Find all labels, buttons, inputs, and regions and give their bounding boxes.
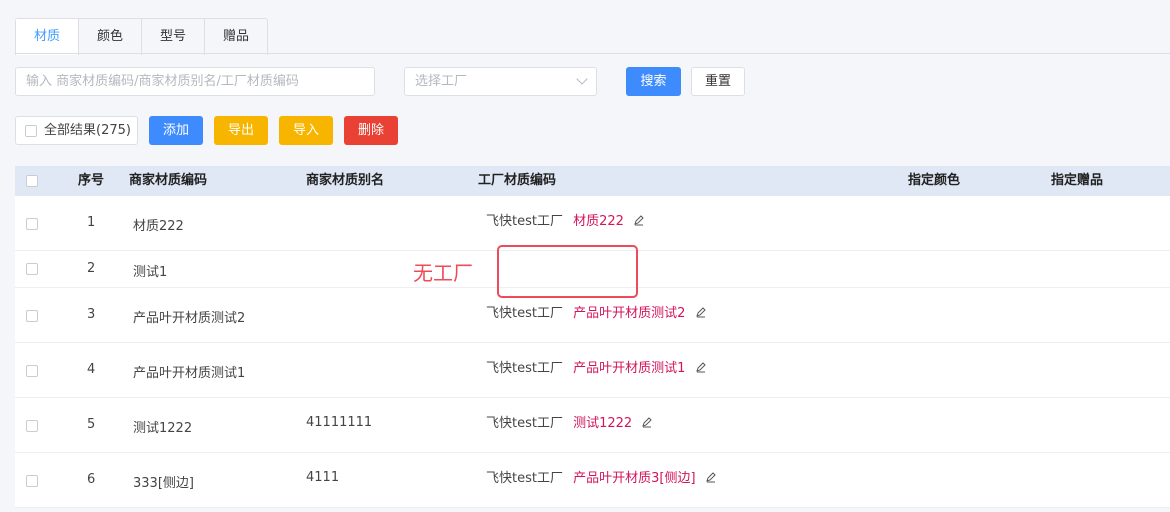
factory-select[interactable]: 选择工厂 [404,67,597,96]
row-factory-code: 产品叶开材质测试1 [573,361,686,376]
tab-bar: 材质 颜色 型号 赠品 [15,18,269,55]
all-results-label: 全部结果(275) [44,123,131,138]
row-factory-name: 飞快test工厂 [486,214,563,229]
column-factory-code: 工厂材质编码 [478,173,557,188]
row-index: 6 [87,472,96,487]
row-merchant-code: 测试1222 [133,421,193,436]
row-factory-name: 飞快test工厂 [486,471,563,486]
tab-material[interactable]: 材质 [16,19,80,55]
column-assigned-color: 指定颜色 [908,173,961,188]
row-factory-code-cell: 飞快test工厂 产品叶开材质测试2 [486,302,707,321]
row-merchant-code: 材质222 [133,219,184,234]
select-all-checkbox[interactable] [26,175,38,187]
row-factory-code-cell: 飞快test工厂 产品叶开材质3[侧边] [486,467,717,486]
table-row[interactable]: 4 产品叶开材质测试1 飞快test工厂 产品叶开材质测试1 [15,343,1170,398]
table-row[interactable]: 5 测试1222 41111111 飞快test工厂 测试1222 [15,398,1170,453]
all-results-toggle[interactable]: 全部结果(275) [15,116,138,145]
search-input[interactable] [15,67,375,96]
row-merchant-code: 产品叶开材质测试2 [133,311,246,326]
tab-divider [15,53,1170,54]
row-checkbox[interactable] [26,420,38,432]
tab-color[interactable]: 颜色 [79,19,143,55]
row-checkbox[interactable] [26,263,38,275]
edit-icon[interactable] [705,471,717,483]
row-factory-code-cell: 飞快test工厂 测试1222 [486,412,653,431]
edit-icon[interactable] [633,214,645,226]
row-index: 2 [87,261,96,276]
search-button[interactable]: 搜索 [626,67,681,96]
row-factory-code: 测试1222 [573,416,633,431]
chevron-down-icon [576,73,588,85]
row-factory-name: 飞快test工厂 [486,416,563,431]
export-button[interactable]: 导出 [214,116,268,145]
row-merchant-code: 测试1 [133,265,168,280]
tab-model[interactable]: 型号 [142,19,206,55]
annotation-highlight-box [497,245,638,298]
row-merchant-alias: 4111 [306,470,340,485]
column-merchant-alias: 商家材质别名 [306,173,385,188]
tab-gift[interactable]: 赠品 [205,19,267,55]
column-merchant-code: 商家材质编码 [129,173,208,188]
row-factory-name: 飞快test工厂 [486,306,563,321]
table-row[interactable]: 1 材质222 飞快test工厂 材质222 [15,196,1170,251]
annotation-label: 无工厂 [413,261,473,285]
edit-icon[interactable] [695,306,707,318]
row-merchant-code: 产品叶开材质测试1 [133,366,246,381]
column-assigned-gift: 指定赠品 [1051,173,1104,188]
row-factory-code-cell: 飞快test工厂 材质222 [486,210,645,229]
row-index: 1 [87,215,96,230]
row-checkbox[interactable] [26,475,38,487]
edit-icon[interactable] [695,361,707,373]
row-factory-code: 材质222 [573,214,624,229]
row-factory-name: 飞快test工厂 [486,361,563,376]
row-factory-code: 产品叶开材质3[侧边] [573,471,696,486]
row-factory-code: 产品叶开材质测试2 [573,306,686,321]
factory-select-placeholder: 选择工厂 [415,74,468,89]
row-index: 3 [87,307,96,322]
material-table: 序号 商家材质编码 商家材质别名 工厂材质编码 指定颜色 指定赠品 1 材质22… [15,166,1170,508]
row-merchant-alias: 41111111 [306,415,373,430]
all-results-checkbox[interactable] [25,125,37,137]
row-merchant-code: 333[侧边] [133,476,194,491]
add-button[interactable]: 添加 [149,116,203,145]
column-index: 序号 [78,173,105,188]
edit-icon[interactable] [641,416,653,428]
delete-button[interactable]: 删除 [344,116,398,145]
table-header: 序号 商家材质编码 商家材质别名 工厂材质编码 指定颜色 指定赠品 [15,166,1170,196]
row-checkbox[interactable] [26,310,38,322]
row-index: 4 [87,362,96,377]
row-checkbox[interactable] [26,365,38,377]
table-row[interactable]: 6 333[侧边] 4111 飞快test工厂 产品叶开材质3[侧边] [15,453,1170,508]
row-checkbox[interactable] [26,218,38,230]
row-factory-code-cell: 飞快test工厂 产品叶开材质测试1 [486,357,707,376]
import-button[interactable]: 导入 [279,116,333,145]
row-index: 5 [87,417,96,432]
reset-button[interactable]: 重置 [691,67,745,96]
